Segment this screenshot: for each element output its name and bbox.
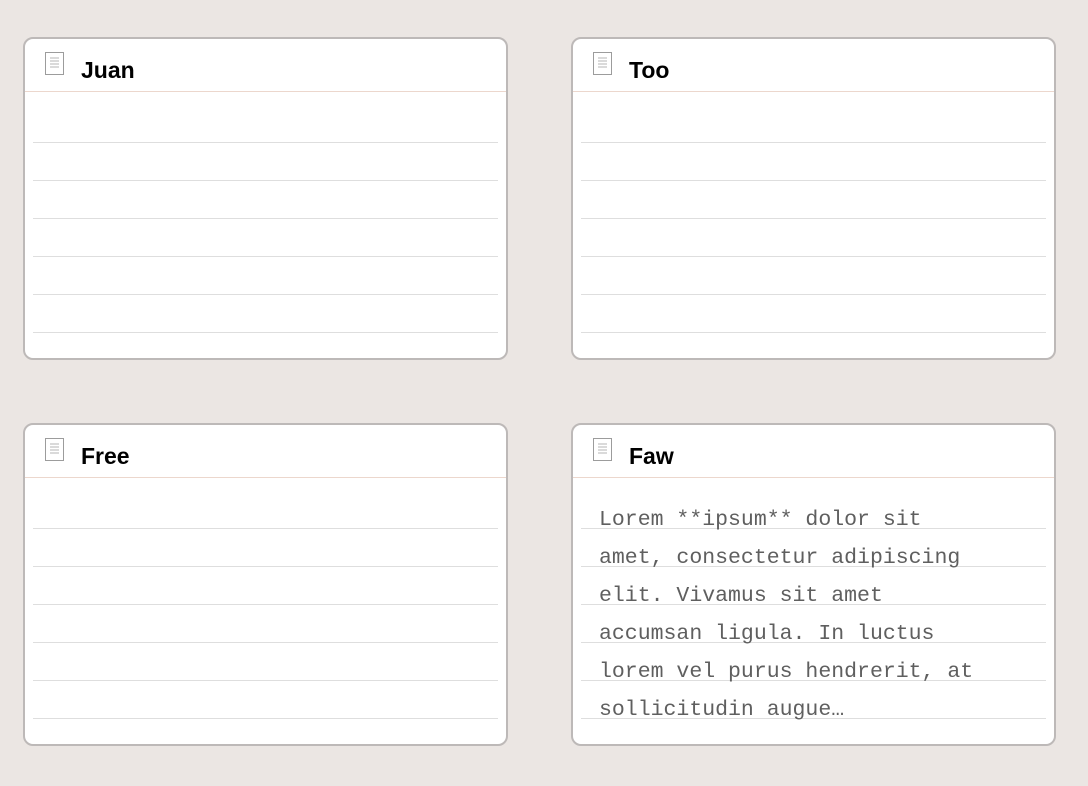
rule-line xyxy=(33,680,498,681)
rule-line xyxy=(581,256,1046,257)
card-header: Free xyxy=(25,425,506,478)
ruled-lines xyxy=(33,92,498,358)
rule-line xyxy=(33,332,498,333)
document-icon xyxy=(593,52,612,75)
rule-line xyxy=(581,180,1046,181)
card-header: Faw xyxy=(573,425,1054,478)
note-card-too[interactable]: Too xyxy=(571,37,1056,360)
card-title: Juan xyxy=(81,57,135,83)
rule-line xyxy=(33,256,498,257)
rule-line xyxy=(581,218,1046,219)
rule-line xyxy=(33,718,498,719)
rule-line xyxy=(33,642,498,643)
rule-line xyxy=(581,142,1046,143)
card-header: Too xyxy=(573,39,1054,92)
rule-line xyxy=(33,604,498,605)
ruled-lines xyxy=(33,478,498,744)
document-icon xyxy=(45,438,64,461)
rule-line xyxy=(33,218,498,219)
document-icon xyxy=(593,438,612,461)
rule-line xyxy=(33,142,498,143)
ruled-lines xyxy=(581,92,1046,358)
card-title: Faw xyxy=(629,443,674,469)
rule-line xyxy=(33,528,498,529)
rule-line xyxy=(581,332,1046,333)
document-icon xyxy=(45,52,64,75)
rule-line xyxy=(33,566,498,567)
note-card-juan[interactable]: Juan xyxy=(23,37,508,360)
note-card-free[interactable]: Free xyxy=(23,423,508,746)
rule-line xyxy=(581,294,1046,295)
note-card-faw[interactable]: Faw Lorem **ipsum** dolor sit amet, cons… xyxy=(571,423,1056,746)
rule-line xyxy=(33,294,498,295)
card-body-text: Lorem **ipsum** dolor sit amet, consecte… xyxy=(599,508,974,722)
card-header: Juan xyxy=(25,39,506,92)
card-title: Too xyxy=(629,57,670,83)
card-title: Free xyxy=(81,443,130,469)
rule-line xyxy=(33,180,498,181)
